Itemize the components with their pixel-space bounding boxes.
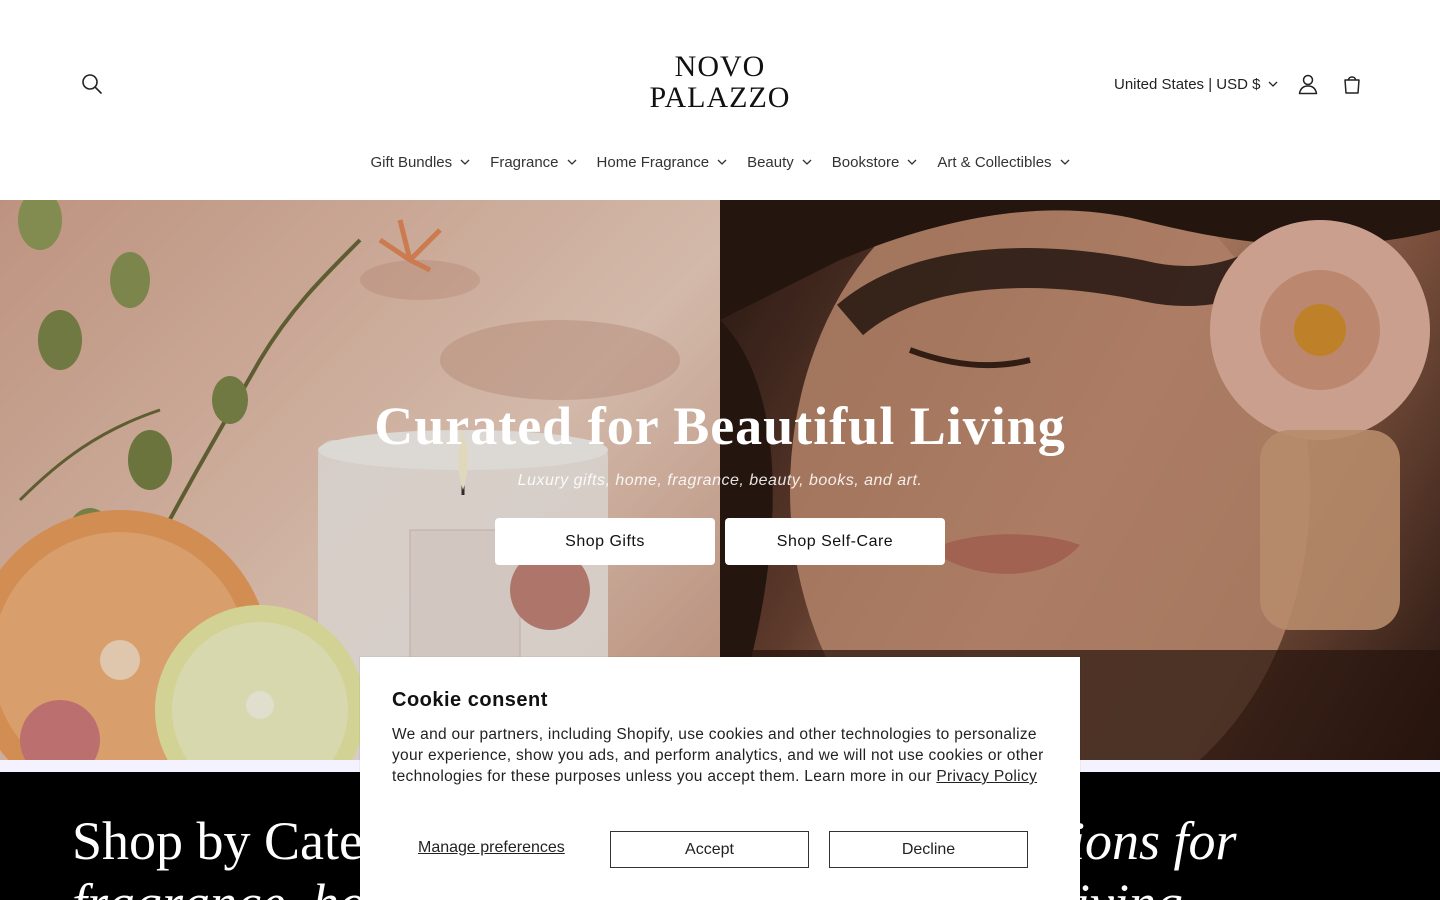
site-header: NOVO PALAZZO United States | USD $ Gift … <box>0 0 1440 200</box>
nav-item-label: Beauty <box>747 153 794 171</box>
chevron-down-icon <box>460 159 470 165</box>
logo-line-2: PALAZZO <box>649 81 791 114</box>
shop-gifts-button[interactable]: Shop Gifts <box>495 518 715 565</box>
hero-title: Curated for Beautiful Living <box>374 396 1066 456</box>
hero-subtitle: Luxury gifts, home, fragrance, beauty, b… <box>517 472 923 489</box>
manage-preferences-link[interactable]: Manage preferences <box>418 839 565 857</box>
search-icon <box>82 74 102 94</box>
cart-button[interactable] <box>1332 64 1372 104</box>
logo-line-1: NOVO <box>674 50 766 83</box>
nav-item-label: Art & Collectibles <box>937 153 1052 171</box>
nav-item-art-collectibles[interactable]: Art & Collectibles <box>927 146 1079 178</box>
chevron-down-icon <box>1269 81 1278 87</box>
nav-item-beauty[interactable]: Beauty <box>737 146 822 178</box>
nav-item-fragrance[interactable]: Fragrance <box>480 146 586 178</box>
chevron-down-icon <box>1060 159 1070 165</box>
nav-item-bookstore[interactable]: Bookstore <box>822 146 928 178</box>
chevron-down-icon <box>802 159 812 165</box>
cookie-consent-dialog: Cookie consent We and our partners, incl… <box>360 657 1080 900</box>
chevron-down-icon <box>567 159 576 165</box>
shop-self-care-button[interactable]: Shop Self-Care <box>725 518 945 565</box>
nav-item-label: Home Fragrance <box>596 153 710 171</box>
cookie-actions: Manage preferences Accept Decline <box>392 831 1048 868</box>
account-icon <box>1298 74 1318 95</box>
chevron-down-icon <box>907 159 917 165</box>
cart-icon <box>1344 76 1360 94</box>
nav-item-gift-bundles[interactable]: Gift Bundles <box>360 146 480 178</box>
nav-item-label: Gift Bundles <box>370 153 453 171</box>
privacy-policy-link[interactable]: Privacy Policy <box>936 768 1037 785</box>
category-heading: Shop by Categ <box>72 811 390 871</box>
decline-button[interactable]: Decline <box>829 831 1028 868</box>
nav-item-label: Bookstore <box>831 153 900 171</box>
search-button[interactable] <box>72 64 112 104</box>
country-label: United States | USD $ <box>1114 75 1261 93</box>
cookie-text: We and our partners, including Shopify, … <box>392 724 1048 787</box>
chevron-down-icon <box>717 159 727 165</box>
accept-button[interactable]: Accept <box>610 831 809 868</box>
nav-item-home-fragrance[interactable]: Home Fragrance <box>587 146 738 178</box>
category-heading-right: ions for <box>1070 811 1237 871</box>
category-subheading: fragrance, ho <box>72 872 366 900</box>
account-button[interactable] <box>1288 64 1328 104</box>
country-selector[interactable]: United States | USD $ <box>1114 72 1278 96</box>
nav-item-label: Fragrance <box>490 153 559 171</box>
cookie-title: Cookie consent <box>392 689 548 711</box>
main-nav: Gift Bundles Fragrance Home Fragrance Be… <box>0 146 1440 178</box>
site-logo[interactable]: NOVO PALAZZO <box>620 52 820 114</box>
